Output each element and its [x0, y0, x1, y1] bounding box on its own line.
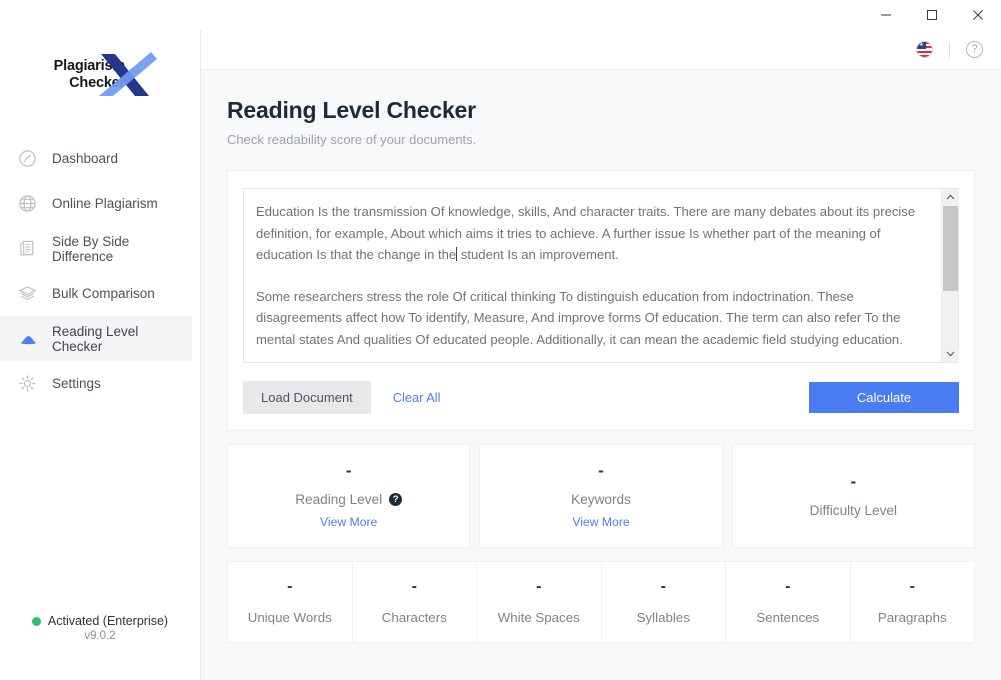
- help-circle-icon[interactable]: ?: [389, 492, 403, 506]
- paragraph-2: Some researchers stress the role Of crit…: [256, 288, 903, 347]
- sidebar-item-label: Settings: [52, 376, 101, 391]
- gauge-icon: [18, 149, 44, 168]
- sidebar-item-settings[interactable]: Settings: [0, 361, 192, 406]
- result-value: -: [850, 471, 857, 491]
- sidebar: Plagiarism Checker Dashboard Online Plag…: [0, 30, 201, 680]
- sidebar-item-dashboard[interactable]: Dashboard: [0, 136, 192, 181]
- load-document-button[interactable]: Load Document: [243, 381, 371, 414]
- sidebar-item-label: Online Plagiarism: [52, 196, 158, 211]
- stat-value: -: [536, 577, 542, 595]
- stat-paragraphs: - Paragraphs: [851, 562, 975, 642]
- editor-scrollbar[interactable]: [941, 189, 959, 362]
- status-indicator-dot: [31, 616, 41, 626]
- clear-all-link[interactable]: Clear All: [393, 390, 441, 405]
- scrollbar-track[interactable]: [942, 206, 959, 345]
- page-content: Reading Level Checker Check readability …: [201, 70, 1001, 680]
- result-card-difficulty-level: - Difficulty Level: [731, 444, 975, 548]
- stat-sentences: - Sentences: [726, 562, 851, 642]
- stat-label: Paragraphs: [877, 609, 947, 625]
- editor-actions: Load Document Clear All Calculate: [243, 381, 959, 414]
- result-label: Reading Level: [295, 491, 383, 507]
- results-row: - Reading Level ? View More - Keywords V…: [227, 444, 975, 548]
- page-title: Reading Level Checker: [227, 97, 476, 123]
- sidebar-item-label: Side By Side Difference: [52, 233, 130, 264]
- layers-icon: [18, 284, 44, 303]
- calculate-button[interactable]: Calculate: [809, 382, 959, 413]
- text-caret: [456, 247, 458, 261]
- stat-characters: - Characters: [353, 562, 477, 642]
- stat-value: -: [287, 577, 293, 595]
- stat-label: Characters: [381, 609, 447, 625]
- sidebar-item-side-by-side-difference[interactable]: Side By Side Difference: [0, 226, 192, 271]
- stat-white-spaces: - White Spaces: [477, 562, 602, 642]
- documents-icon: [18, 239, 44, 258]
- stat-value: -: [785, 577, 791, 595]
- us-flag-icon[interactable]: ★: [916, 41, 933, 58]
- result-value: -: [345, 460, 352, 480]
- sidebar-nav: Dashboard Online Plagiarism Side By Side…: [0, 136, 200, 406]
- stat-value: -: [660, 577, 666, 595]
- logo-x-mark-icon: [93, 50, 159, 105]
- minimize-button[interactable]: [863, 0, 909, 30]
- scroll-down-icon[interactable]: [941, 345, 959, 362]
- flag-canton: ★: [917, 42, 926, 49]
- title-bar: [0, 0, 1001, 30]
- stats-row: - Unique Words - Characters - White Spac…: [227, 561, 975, 643]
- app-version: v9.0.2: [84, 630, 116, 642]
- document-text[interactable]: Education Is the transmission Of knowled…: [244, 189, 941, 362]
- stat-label: Unique Words: [247, 609, 332, 625]
- stat-label: White Spaces: [497, 609, 580, 625]
- sidebar-item-label: Reading Level Checker: [52, 323, 139, 354]
- result-card-keywords: - Keywords View More: [479, 444, 723, 548]
- view-more-link[interactable]: View More: [320, 515, 377, 529]
- sidebar-item-label: Bulk Comparison: [52, 286, 155, 301]
- globe-icon: [18, 194, 44, 213]
- sidebar-item-bulk-comparison[interactable]: Bulk Comparison: [0, 271, 192, 316]
- result-value: -: [598, 460, 604, 480]
- application-window: Plagiarism Checker Dashboard Online Plag…: [0, 0, 1001, 680]
- stat-value: -: [909, 577, 915, 595]
- result-card-reading-level: - Reading Level ? View More: [227, 444, 471, 548]
- stat-label: Sentences: [756, 609, 820, 625]
- sidebar-item-reading-level-checker[interactable]: Reading Level Checker: [0, 316, 192, 361]
- license-status-label: Activated (Enterprise): [47, 614, 169, 628]
- maximize-button[interactable]: [909, 0, 955, 30]
- paragraph-1-after-caret: student Is an improvement.: [460, 247, 619, 262]
- stat-value: -: [411, 577, 417, 595]
- stat-label: Syllables: [636, 609, 690, 625]
- text-input-area[interactable]: Education Is the transmission Of knowled…: [243, 188, 959, 363]
- stat-syllables: - Syllables: [602, 562, 726, 642]
- cloud-icon: [18, 328, 44, 349]
- license-status: Activated (Enterprise) v9.0.2: [0, 614, 200, 642]
- top-bar: ★ ?: [201, 30, 1001, 70]
- paragraph-1: Education Is the transmission Of knowled…: [256, 201, 927, 266]
- result-label: Difficulty Level: [809, 502, 898, 518]
- result-label: Keywords: [571, 491, 631, 507]
- stat-unique-words: - Unique Words: [228, 562, 353, 642]
- main-area: ★ ? Reading Level Checker Check readabil…: [201, 30, 1001, 680]
- gear-icon: [18, 374, 44, 393]
- view-more-link[interactable]: View More: [572, 515, 629, 529]
- app-logo: Plagiarism Checker: [0, 30, 200, 122]
- scroll-up-icon[interactable]: [941, 189, 959, 206]
- page-subtitle: Check readability score of your document…: [227, 132, 477, 147]
- scrollbar-thumb[interactable]: [942, 206, 958, 291]
- sidebar-item-label: Dashboard: [52, 151, 119, 166]
- question-circle-icon[interactable]: ?: [966, 41, 983, 58]
- topbar-divider: [949, 41, 950, 58]
- close-button[interactable]: [955, 0, 1001, 30]
- sidebar-item-online-plagiarism[interactable]: Online Plagiarism: [0, 181, 192, 226]
- editor-card: Education Is the transmission Of knowled…: [227, 170, 975, 431]
